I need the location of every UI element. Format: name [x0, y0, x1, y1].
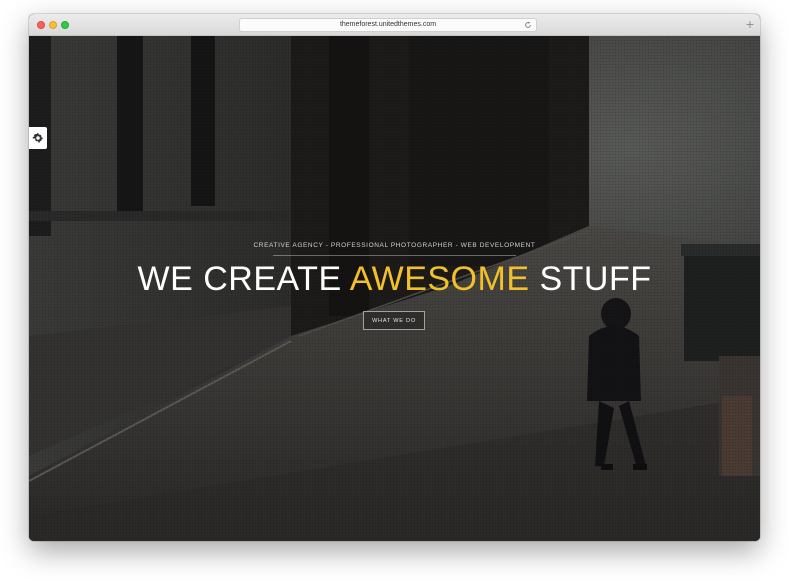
headline-text-start: WE CREATE	[137, 260, 350, 298]
tagline-divider	[273, 255, 516, 256]
what-we-do-button[interactable]: WHAT WE DO	[363, 311, 425, 330]
maximize-window-button[interactable]	[61, 21, 69, 29]
close-window-button[interactable]	[37, 21, 45, 29]
hero-section: CREATIVE AGENCY - PROFESSIONAL PHOTOGRAP…	[29, 36, 760, 541]
address-bar[interactable]: themeforest.unitedthemes.com	[239, 18, 537, 32]
browser-window: themeforest.unitedthemes.com + CREATIVE …	[29, 14, 760, 541]
address-bar-url: themeforest.unitedthemes.com	[339, 21, 437, 28]
minimize-window-button[interactable]	[49, 21, 57, 29]
new-tab-button[interactable]: +	[743, 18, 757, 32]
reload-icon[interactable]	[524, 21, 532, 29]
headline-text-end: STUFF	[529, 260, 652, 298]
hero-tagline: CREATIVE AGENCY - PROFESSIONAL PHOTOGRAP…	[253, 242, 536, 249]
gear-icon	[32, 133, 43, 143]
browser-titlebar: themeforest.unitedthemes.com +	[29, 14, 760, 36]
hero-headline: WE CREATE AWESOME STUFF	[29, 260, 760, 299]
settings-toggle-button[interactable]	[29, 127, 47, 149]
headline-accent-word: AWESOME	[349, 260, 530, 298]
